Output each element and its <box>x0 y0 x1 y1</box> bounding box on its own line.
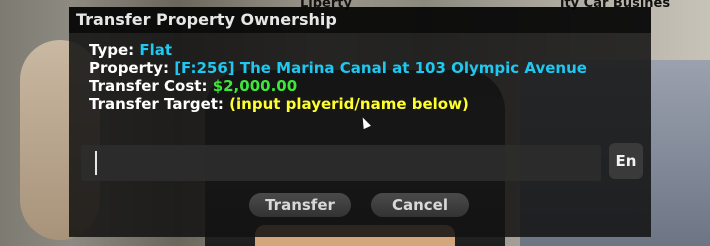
target-row: Transfer Target: (input playerid/name be… <box>89 95 651 113</box>
target-input-container[interactable] <box>81 145 601 181</box>
property-row: Property: [F:256] The Marina Canal at 10… <box>89 59 651 77</box>
type-value: Flat <box>139 41 173 59</box>
cancel-button[interactable]: Cancel <box>371 193 469 217</box>
type-label: Type: <box>89 41 135 59</box>
type-row: Type: Flat <box>89 41 651 59</box>
cost-row: Transfer Cost: $2,000.00 <box>89 77 651 95</box>
transfer-button[interactable]: Transfer <box>249 193 351 217</box>
language-button[interactable]: En <box>609 143 643 179</box>
cost-value: $2,000.00 <box>212 77 298 95</box>
dialog-title: Transfer Property Ownership <box>69 7 651 33</box>
property-label: Property: <box>89 59 169 77</box>
dialog-body: Type: Flat Property: [F:256] The Marina … <box>69 33 651 113</box>
target-input[interactable] <box>81 145 601 181</box>
text-caret <box>95 151 97 175</box>
property-value: [F:256] The Marina Canal at 103 Olympic … <box>174 59 587 77</box>
target-value: (input playerid/name below) <box>229 95 469 113</box>
target-label: Transfer Target: <box>89 95 224 113</box>
cost-label: Transfer Cost: <box>89 77 208 95</box>
